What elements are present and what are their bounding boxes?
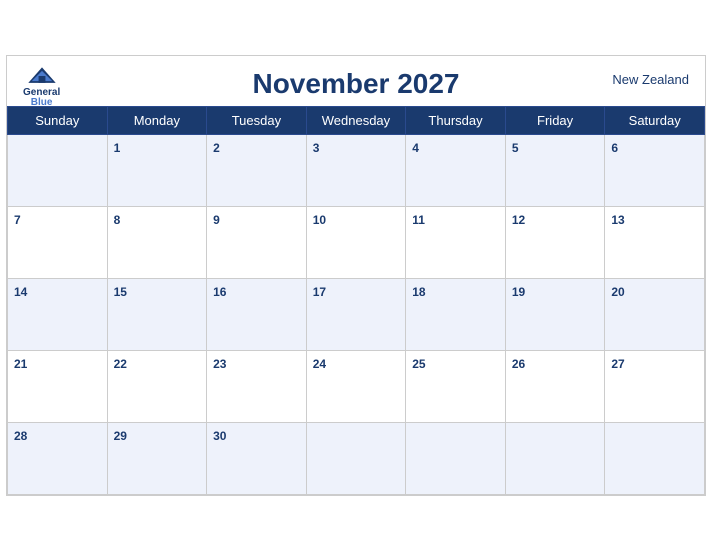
day-number: 4: [412, 141, 419, 155]
day-28: 28: [8, 422, 108, 494]
day-number: 30: [213, 429, 226, 443]
calendar-week-row: 14 15 16 17 18 19 20: [8, 278, 705, 350]
day-12: 12: [505, 206, 605, 278]
calendar-title: November 2027: [252, 68, 459, 100]
day-27: 27: [605, 350, 705, 422]
calendar: General Blue November 2027 New Zealand S…: [6, 55, 706, 496]
calendar-week-row: 7 8 9 10 11 12 13: [8, 206, 705, 278]
logo-brand-blue: Blue: [31, 98, 53, 108]
empty-day: [505, 422, 605, 494]
header-thursday: Thursday: [406, 106, 506, 134]
day-number: 22: [114, 357, 127, 371]
logo-brand-general: General: [23, 88, 60, 98]
calendar-header: General Blue November 2027 New Zealand: [7, 56, 705, 106]
day-6: 6: [605, 134, 705, 206]
day-5: 5: [505, 134, 605, 206]
day-14: 14: [8, 278, 108, 350]
day-2: 2: [207, 134, 307, 206]
day-number: 8: [114, 213, 121, 227]
day-number: 17: [313, 285, 326, 299]
logo: General Blue: [23, 64, 60, 108]
day-1: 1: [107, 134, 207, 206]
day-9: 9: [207, 206, 307, 278]
day-number: 27: [611, 357, 624, 371]
country-label: New Zealand: [612, 72, 689, 87]
header-sunday: Sunday: [8, 106, 108, 134]
day-number: 15: [114, 285, 127, 299]
day-23: 23: [207, 350, 307, 422]
day-15: 15: [107, 278, 207, 350]
day-3: 3: [306, 134, 406, 206]
day-16: 16: [207, 278, 307, 350]
day-8: 8: [107, 206, 207, 278]
day-25: 25: [406, 350, 506, 422]
day-4: 4: [406, 134, 506, 206]
day-number: 3: [313, 141, 320, 155]
day-number: 23: [213, 357, 226, 371]
day-number: 21: [14, 357, 27, 371]
day-10: 10: [306, 206, 406, 278]
day-29: 29: [107, 422, 207, 494]
empty-day: [406, 422, 506, 494]
header-tuesday: Tuesday: [207, 106, 307, 134]
day-11: 11: [406, 206, 506, 278]
day-number: 12: [512, 213, 525, 227]
calendar-week-row: 28 29 30: [8, 422, 705, 494]
header-monday: Monday: [107, 106, 207, 134]
day-19: 19: [505, 278, 605, 350]
day-13: 13: [605, 206, 705, 278]
header-friday: Friday: [505, 106, 605, 134]
day-18: 18: [406, 278, 506, 350]
day-number: 2: [213, 141, 220, 155]
day-21: 21: [8, 350, 108, 422]
day-number: 20: [611, 285, 624, 299]
day-24: 24: [306, 350, 406, 422]
day-20: 20: [605, 278, 705, 350]
day-number: 16: [213, 285, 226, 299]
day-30: 30: [207, 422, 307, 494]
day-number: 6: [611, 141, 618, 155]
day-number: 9: [213, 213, 220, 227]
header-wednesday: Wednesday: [306, 106, 406, 134]
logo-icon: [24, 64, 60, 88]
calendar-week-row: 21 22 23 24 25 26 27: [8, 350, 705, 422]
day-number: 5: [512, 141, 519, 155]
empty-day: [605, 422, 705, 494]
day-17: 17: [306, 278, 406, 350]
day-number: 14: [14, 285, 27, 299]
day-number: 29: [114, 429, 127, 443]
day-26: 26: [505, 350, 605, 422]
day-number: 11: [412, 213, 425, 227]
calendar-table: Sunday Monday Tuesday Wednesday Thursday…: [7, 106, 705, 495]
days-header-row: Sunday Monday Tuesday Wednesday Thursday…: [8, 106, 705, 134]
day-number: 13: [611, 213, 624, 227]
day-7: 7: [8, 206, 108, 278]
empty-day: [8, 134, 108, 206]
day-number: 28: [14, 429, 27, 443]
day-number: 26: [512, 357, 525, 371]
day-number: 18: [412, 285, 425, 299]
day-number: 7: [14, 213, 21, 227]
empty-day: [306, 422, 406, 494]
day-number: 25: [412, 357, 425, 371]
header-saturday: Saturday: [605, 106, 705, 134]
calendar-week-row: 1 2 3 4 5 6: [8, 134, 705, 206]
day-number: 1: [114, 141, 121, 155]
day-number: 19: [512, 285, 525, 299]
day-22: 22: [107, 350, 207, 422]
day-number: 24: [313, 357, 326, 371]
day-number: 10: [313, 213, 326, 227]
